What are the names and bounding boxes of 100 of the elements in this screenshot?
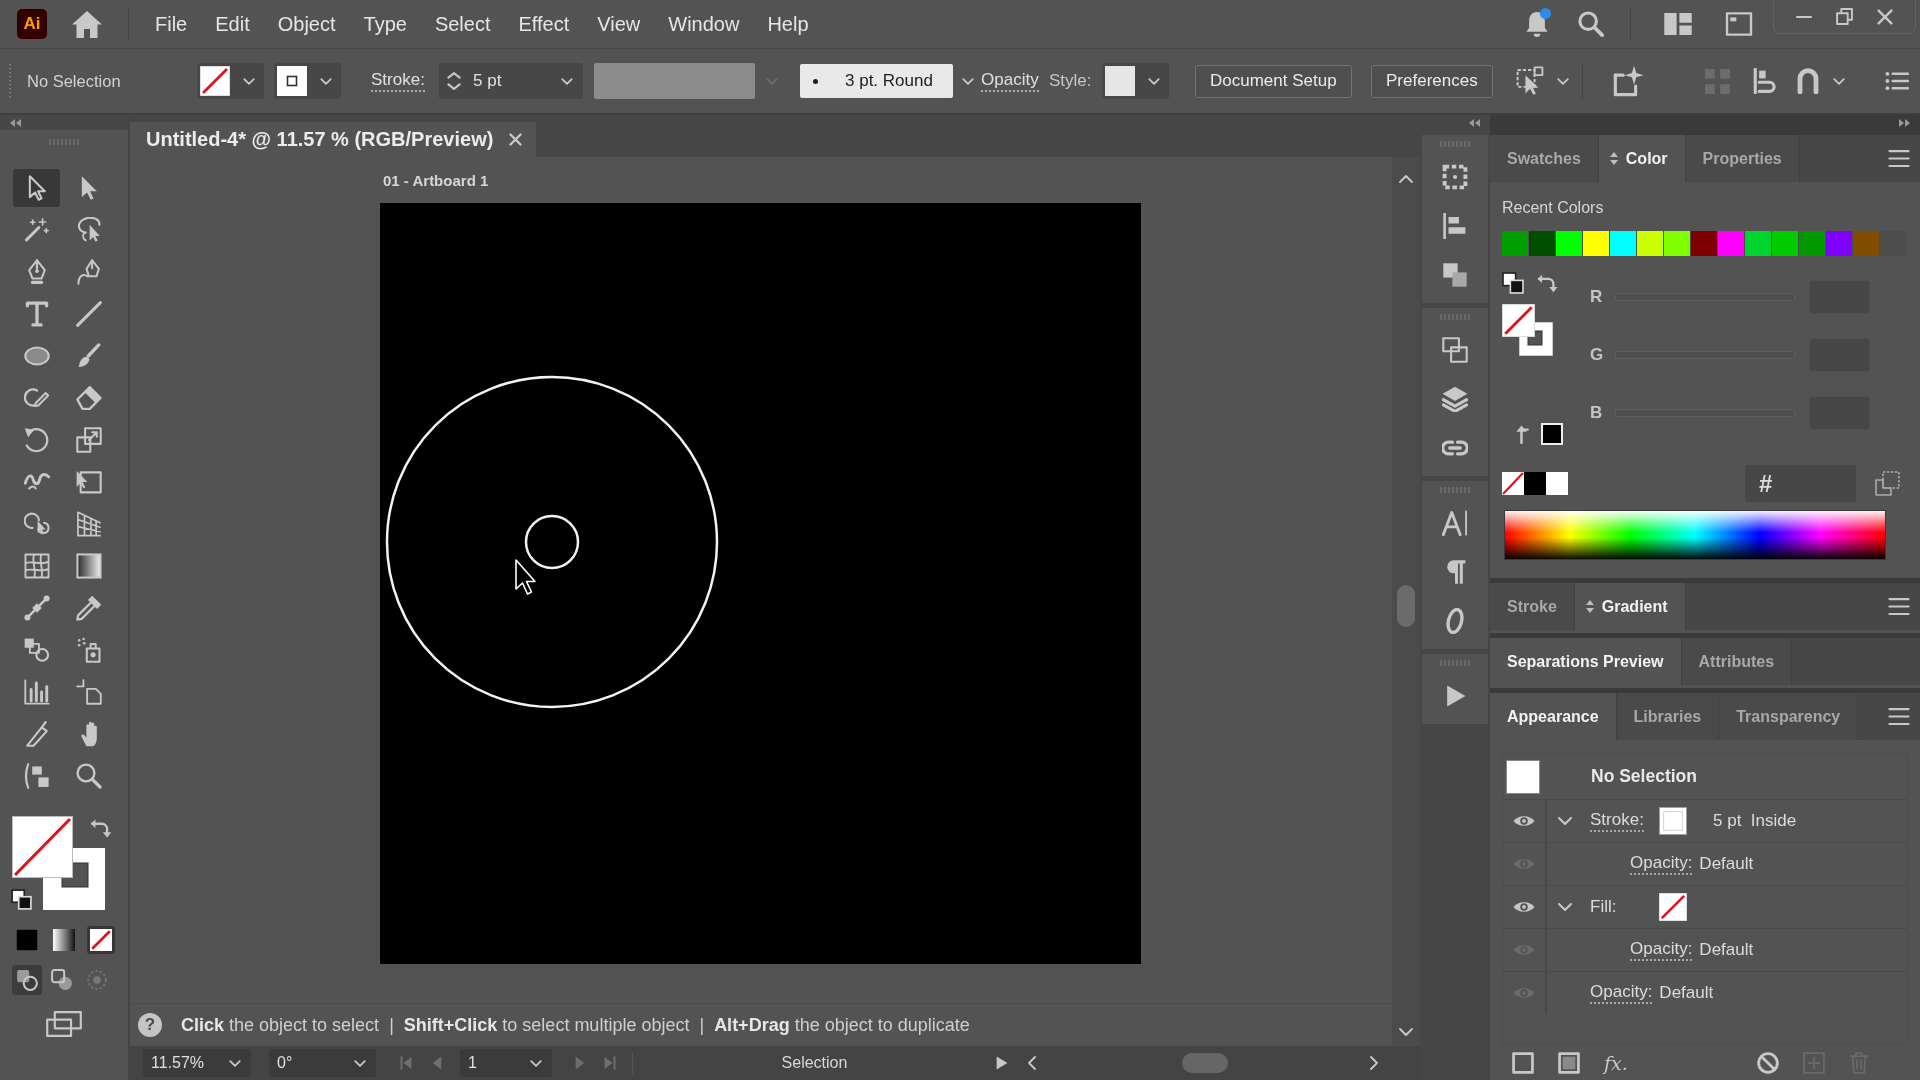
toolbar-button[interactable]: Preferences [1371,64,1493,98]
letter-a-icon[interactable] [1442,509,1468,536]
search-icon[interactable] [1578,11,1604,37]
menu-item[interactable]: Object [263,6,350,42]
menu-item[interactable]: Type [349,6,421,42]
menu-item[interactable]: File [141,6,202,42]
brush-dropdown[interactable]: 3 pt. Round [800,64,953,98]
panel-tab[interactable]: Separations Preview [1490,638,1682,685]
align-left-icon[interactable] [1442,212,1468,239]
stroke-dropdown[interactable] [274,63,341,99]
overlap-squares-icon[interactable] [11,889,32,910]
minimize-icon[interactable] [1796,14,1812,19]
color-swatch[interactable] [1583,231,1609,256]
scroll-right-icon[interactable] [1370,1056,1378,1070]
close-icon[interactable] [509,133,523,146]
list-icon[interactable] [1885,70,1909,92]
color-swatch[interactable] [1637,231,1663,256]
color-swatch[interactable] [1556,231,1582,256]
color-mode-button[interactable] [87,926,115,954]
color-swatch[interactable] [1772,231,1798,256]
overlapping-squares-icon[interactable] [1442,261,1468,288]
document-tab[interactable]: Untitled-4* @ 11.57 % (RGB/Preview) [130,122,537,157]
align-bars-icon[interactable] [1752,68,1778,94]
swap-arrow-icon[interactable] [90,819,112,838]
add-effect-button[interactable]: fx. [1604,1051,1628,1074]
up-arrow-icon[interactable] [1514,424,1530,444]
artboard-number-dropdown[interactable]: 1 [460,1049,552,1077]
panel-tab[interactable]: Color [1598,135,1686,182]
scroll-up-icon[interactable] [1399,175,1413,183]
attribute-label[interactable]: Opacity: [1590,982,1653,1004]
expand-arrows-icon[interactable] [1899,118,1910,127]
chevron-down-icon[interactable] [1558,817,1572,825]
color-swatch[interactable] [1745,231,1771,256]
close-icon[interactable] [1877,8,1893,25]
magnet-icon[interactable] [1795,68,1821,94]
solid-swatch-icon[interactable] [1524,472,1546,495]
scroll-left-icon[interactable] [1028,1056,1036,1070]
no-fill-swatch-icon[interactable] [1502,304,1535,337]
attribute-label[interactable]: Stroke: [1590,810,1644,832]
menu-icon[interactable] [1888,150,1910,167]
attribute-label[interactable]: Opacity: [1630,853,1693,875]
collapse-arrows-icon[interactable] [1469,118,1480,127]
eye-icon[interactable] [1513,814,1535,828]
color-mode-button[interactable] [50,926,78,954]
color-swatch[interactable] [1610,231,1636,256]
color-mode-button[interactable] [13,926,41,954]
square-outline-icon[interactable] [1512,1051,1534,1074]
hex-field[interactable]: # [1745,465,1856,502]
fill-dropdown[interactable] [197,63,264,99]
tool-button[interactable] [13,169,60,207]
menu-item[interactable]: Effect [504,6,584,42]
chevron-down-icon[interactable] [1558,903,1572,911]
no-fill-swatch-icon[interactable] [1659,893,1687,921]
color-spectrum[interactable] [1504,510,1886,560]
color-swatch[interactable] [1529,231,1555,256]
swap-arrow-icon[interactable] [1537,273,1558,293]
color-swatch[interactable] [1502,231,1528,256]
eye-icon[interactable] [1513,900,1535,914]
attribute-label[interactable]: Opacity: [1630,939,1693,961]
panel-tab[interactable]: Appearance [1490,693,1617,740]
panel-tab[interactable]: Gradient [1574,583,1686,630]
restore-icon[interactable] [1836,8,1853,25]
layout-grid-icon[interactable] [1664,13,1692,35]
color-swatch[interactable] [1826,231,1852,256]
toolbar-button[interactable]: Document Setup [1195,64,1352,98]
menu-item[interactable]: Window [654,6,754,42]
menu-icon[interactable] [1888,708,1910,725]
layers-icon[interactable] [1442,385,1468,412]
filled-square-icon[interactable] [1558,1051,1580,1074]
draw-mode-button[interactable] [12,965,42,995]
menu-item[interactable]: View [583,6,655,42]
stroke-color-swatch-icon[interactable] [1659,807,1687,835]
no-sign-icon[interactable] [1756,1051,1779,1074]
menu-item[interactable]: Help [753,6,823,42]
bell-icon[interactable] [1526,11,1548,37]
window-layout-icon[interactable] [1725,12,1753,36]
stacked-rectangles-icon[interactable] [45,1011,83,1037]
overlap-squares-icon[interactable] [1502,272,1524,294]
color-swatch[interactable] [1718,231,1744,256]
home-icon[interactable] [72,10,102,38]
opacity-label[interactable]: Opacity [981,70,1039,92]
color-swatch[interactable] [1799,231,1825,256]
scroll-down-icon[interactable] [1399,1028,1413,1036]
stroke-label[interactable]: Stroke: [371,70,425,92]
dashed-square-icon[interactable] [1442,163,1468,190]
scroll-thumb[interactable] [1397,585,1415,627]
solid-swatch-icon[interactable] [1546,472,1568,495]
collapse-arrows-icon[interactable] [10,118,21,127]
frame-sparkle-icon[interactable] [1613,65,1645,97]
menu-item[interactable]: Select [420,6,505,42]
copy-icon[interactable] [1875,471,1900,496]
scroll-thumb[interactable] [1182,1053,1228,1073]
style-dropdown[interactable] [1102,63,1169,99]
overlapping-rectangles-icon[interactable] [1442,336,1468,363]
no-fill-swatch-icon[interactable] [200,66,230,96]
color-swatch[interactable] [1853,231,1879,256]
play-icon[interactable] [996,1056,1008,1070]
no-fill-swatch-icon[interactable] [12,816,73,878]
stroke-weight-field[interactable]: 5 pt [439,63,583,99]
solid-swatch-icon[interactable] [1541,423,1563,445]
